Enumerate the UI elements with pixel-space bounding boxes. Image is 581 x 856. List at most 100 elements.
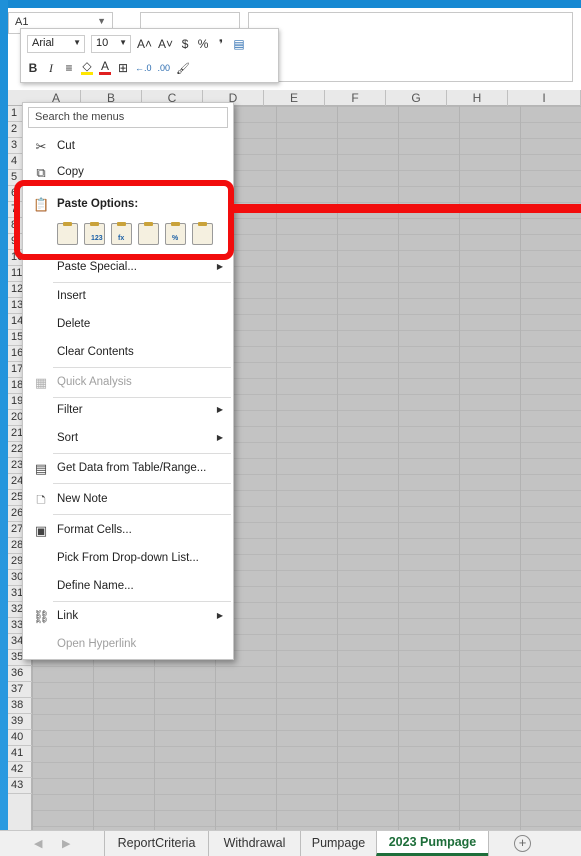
- add-sheet-icon[interactable]: +: [514, 835, 531, 852]
- menu-item-delete[interactable]: Delete: [23, 313, 233, 337]
- menu-item-label: New Note: [57, 493, 108, 505]
- menu-item-label: Quick Analysis: [57, 376, 132, 388]
- row-header[interactable]: 41: [8, 746, 32, 762]
- table-icon: ▤: [34, 461, 48, 476]
- menu-item-label: Cut: [57, 140, 75, 152]
- menu-item-label: Define Name...: [57, 580, 134, 592]
- menu-item-label: Paste Special...: [57, 261, 137, 273]
- menu-item-label: Open Hyperlink: [57, 638, 137, 650]
- menu-item-filter[interactable]: Filter ▶: [23, 399, 233, 423]
- quick-analysis-icon: ▦: [34, 375, 48, 390]
- menu-separator: [53, 367, 231, 368]
- menu-item-pick-from-list[interactable]: Pick From Drop-down List...: [23, 547, 233, 571]
- highlight-box: [14, 180, 234, 260]
- menu-item-label: Sort: [57, 432, 79, 444]
- column-header[interactable]: G: [386, 90, 447, 106]
- chevron-right-icon: ▶: [216, 433, 223, 442]
- tab-pumpage[interactable]: Pumpage: [300, 831, 376, 856]
- chevron-right-icon[interactable]: ▶: [62, 837, 70, 850]
- row-header[interactable]: 37: [8, 682, 32, 698]
- menu-separator: [53, 483, 231, 484]
- sheet-tabs-bar: ◀ ▶ ReportCriteria Withdrawal Pumpage 20…: [0, 830, 581, 856]
- borders-button[interactable]: ⊞: [117, 61, 129, 75]
- formula-input[interactable]: [248, 12, 573, 82]
- mini-toolbar: Arial ▼ 10 ▼ A˄ A˅ $ % ❜ ▤ B I ≡ ◇ A ⊞ ←…: [20, 28, 279, 83]
- menu-item-get-data[interactable]: ▤ Get Data from Table/Range...: [23, 457, 233, 481]
- menu-item-format-cells[interactable]: ▣ Format Cells...: [23, 519, 233, 543]
- menu-separator: [53, 397, 231, 398]
- row-header[interactable]: 36: [8, 666, 32, 682]
- italic-button[interactable]: I: [45, 61, 57, 76]
- column-header[interactable]: F: [325, 90, 386, 106]
- chevron-down-icon: ▼: [119, 38, 127, 47]
- bold-button[interactable]: B: [27, 61, 39, 75]
- menu-item-quick-analysis: ▦ Quick Analysis: [23, 371, 233, 395]
- column-header[interactable]: I: [508, 90, 581, 106]
- scissors-icon: ✂: [35, 139, 47, 154]
- tab-divider: [488, 831, 489, 856]
- highlight-pointer-line: [234, 204, 581, 213]
- font-color-button[interactable]: A: [99, 60, 111, 75]
- chevron-right-icon: ▶: [216, 262, 223, 271]
- column-header[interactable]: E: [264, 90, 325, 106]
- menu-separator: [53, 282, 231, 283]
- menu-item-clear-contents[interactable]: Clear Contents: [23, 341, 233, 365]
- font-name-select[interactable]: Arial ▼: [27, 35, 85, 53]
- align-button[interactable]: ≡: [63, 61, 75, 75]
- chevron-down-icon: ▼: [73, 38, 81, 47]
- menu-separator: [53, 601, 231, 602]
- tab-reportcriteria[interactable]: ReportCriteria: [104, 831, 208, 856]
- tab-withdrawal[interactable]: Withdrawal: [208, 831, 300, 856]
- chevron-right-icon: ▶: [216, 405, 223, 414]
- increase-font-button[interactable]: A˄: [137, 37, 152, 51]
- menu-item-label: Copy: [57, 166, 84, 178]
- menu-item-label: Get Data from Table/Range...: [57, 462, 207, 474]
- wrap-text-icon[interactable]: ▤: [233, 37, 245, 51]
- fill-color-button[interactable]: ◇: [81, 60, 93, 75]
- font-name-value: Arial: [32, 37, 55, 49]
- tab-2023-pumpage[interactable]: 2023 Pumpage: [376, 831, 488, 856]
- row-header[interactable]: 43: [8, 778, 32, 794]
- menu-separator: [53, 514, 231, 515]
- font-size-value: 10: [96, 37, 109, 49]
- percent-button[interactable]: %: [197, 37, 209, 51]
- format-painter-button[interactable]: 🖌: [176, 62, 190, 75]
- note-icon: 🗅: [36, 492, 46, 507]
- row-header[interactable]: 38: [8, 698, 32, 714]
- decrease-decimal-button[interactable]: .00: [158, 63, 171, 73]
- menu-item-label: Link: [57, 610, 79, 622]
- format-cells-icon: ▣: [34, 523, 48, 538]
- link-icon: ⛓: [33, 609, 50, 624]
- menu-item-label: Pick From Drop-down List...: [57, 552, 199, 564]
- column-header[interactable]: H: [447, 90, 508, 106]
- row-header[interactable]: 42: [8, 762, 32, 778]
- search-menus-input[interactable]: Search the menus: [28, 107, 228, 128]
- row-header[interactable]: 40: [8, 730, 32, 746]
- menu-item-label: Insert: [57, 290, 86, 302]
- menu-item-label: Clear Contents: [57, 346, 134, 358]
- row-header[interactable]: 39: [8, 714, 32, 730]
- copy-icon: ⧉: [36, 165, 46, 180]
- menu-item-cut[interactable]: ✂ Cut: [23, 135, 233, 159]
- menu-item-sort[interactable]: Sort ▶: [23, 427, 233, 451]
- chevron-left-icon[interactable]: ◀: [34, 837, 42, 850]
- font-size-select[interactable]: 10 ▼: [91, 35, 131, 53]
- menu-item-insert[interactable]: Insert: [23, 285, 233, 309]
- comma-style-button[interactable]: ❜: [215, 37, 227, 51]
- menu-item-label: Filter: [57, 404, 83, 416]
- window-frame-left: [0, 0, 8, 830]
- menu-item-label: Delete: [57, 318, 91, 330]
- menu-separator: [53, 453, 231, 454]
- currency-button[interactable]: $: [179, 37, 191, 51]
- window-frame-top: [0, 0, 581, 8]
- chevron-right-icon: ▶: [216, 611, 223, 620]
- menu-item-new-note[interactable]: 🗅 New Note: [23, 488, 233, 512]
- menu-item-link[interactable]: ⛓ Link ▶: [23, 605, 233, 629]
- chevron-down-icon[interactable]: ▼: [97, 16, 106, 26]
- increase-decimal-button[interactable]: ←.0: [135, 63, 152, 73]
- decrease-font-button[interactable]: A˅: [158, 37, 173, 51]
- menu-item-open-hyperlink: Open Hyperlink: [23, 633, 233, 657]
- menu-item-label: Format Cells...: [57, 524, 132, 536]
- menu-item-define-name[interactable]: Define Name...: [23, 575, 233, 599]
- name-box-value: A1: [15, 16, 29, 28]
